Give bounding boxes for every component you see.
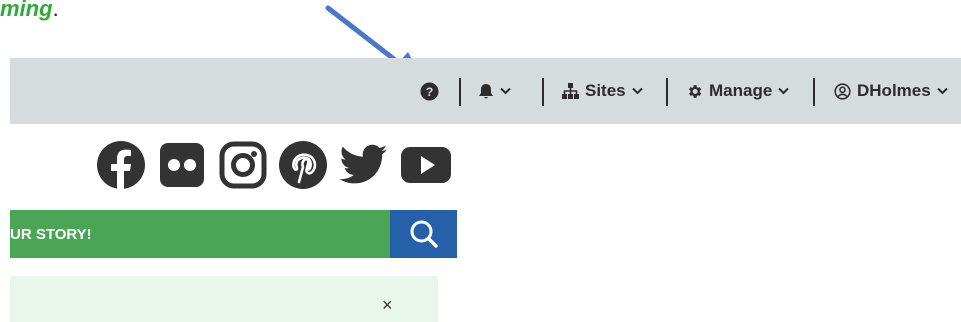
twitter-icon[interactable] bbox=[338, 140, 390, 190]
separator bbox=[813, 78, 815, 106]
chevron-down-icon bbox=[631, 87, 643, 95]
top-navigation-bar: ? Sites Manage DHolmes bbox=[10, 58, 961, 124]
chevron-down-icon bbox=[778, 87, 790, 95]
banner-text: UR STORY! bbox=[10, 225, 92, 243]
caption-text: ming. bbox=[0, 0, 59, 22]
manage-menu-button[interactable]: Manage bbox=[686, 58, 790, 124]
separator bbox=[542, 78, 544, 106]
instagram-icon[interactable] bbox=[218, 140, 268, 190]
separator bbox=[459, 78, 461, 106]
user-label: DHolmes bbox=[857, 81, 931, 100]
question-circle-icon: ? bbox=[420, 81, 439, 101]
user-menu-button[interactable]: DHolmes bbox=[834, 58, 948, 124]
youtube-icon[interactable] bbox=[400, 140, 452, 190]
svg-text:?: ? bbox=[426, 84, 434, 98]
bell-icon bbox=[479, 83, 493, 98]
flickr-icon[interactable] bbox=[158, 140, 208, 190]
user-circle-icon bbox=[834, 82, 851, 100]
manage-label: Manage bbox=[709, 81, 773, 100]
pinterest-icon[interactable] bbox=[278, 140, 328, 190]
help-button[interactable]: ? bbox=[420, 58, 439, 124]
alert-box: × bbox=[10, 276, 438, 322]
caption-period: . bbox=[52, 0, 59, 21]
notifications-button[interactable] bbox=[478, 58, 511, 124]
sites-menu-button[interactable]: Sites bbox=[562, 58, 643, 124]
facebook-icon[interactable] bbox=[96, 140, 148, 190]
chevron-down-icon bbox=[936, 87, 948, 95]
social-icons-row bbox=[96, 140, 452, 190]
story-banner[interactable]: UR STORY! bbox=[10, 210, 390, 258]
search-icon bbox=[410, 220, 438, 248]
chevron-down-icon bbox=[500, 87, 511, 95]
sites-label: Sites bbox=[585, 81, 626, 100]
search-button[interactable] bbox=[390, 210, 457, 258]
alert-close-button[interactable]: × bbox=[382, 296, 393, 314]
caption-word: ming bbox=[0, 0, 53, 21]
separator bbox=[666, 78, 668, 106]
sitemap-icon bbox=[562, 83, 579, 99]
gear-icon bbox=[689, 84, 702, 98]
